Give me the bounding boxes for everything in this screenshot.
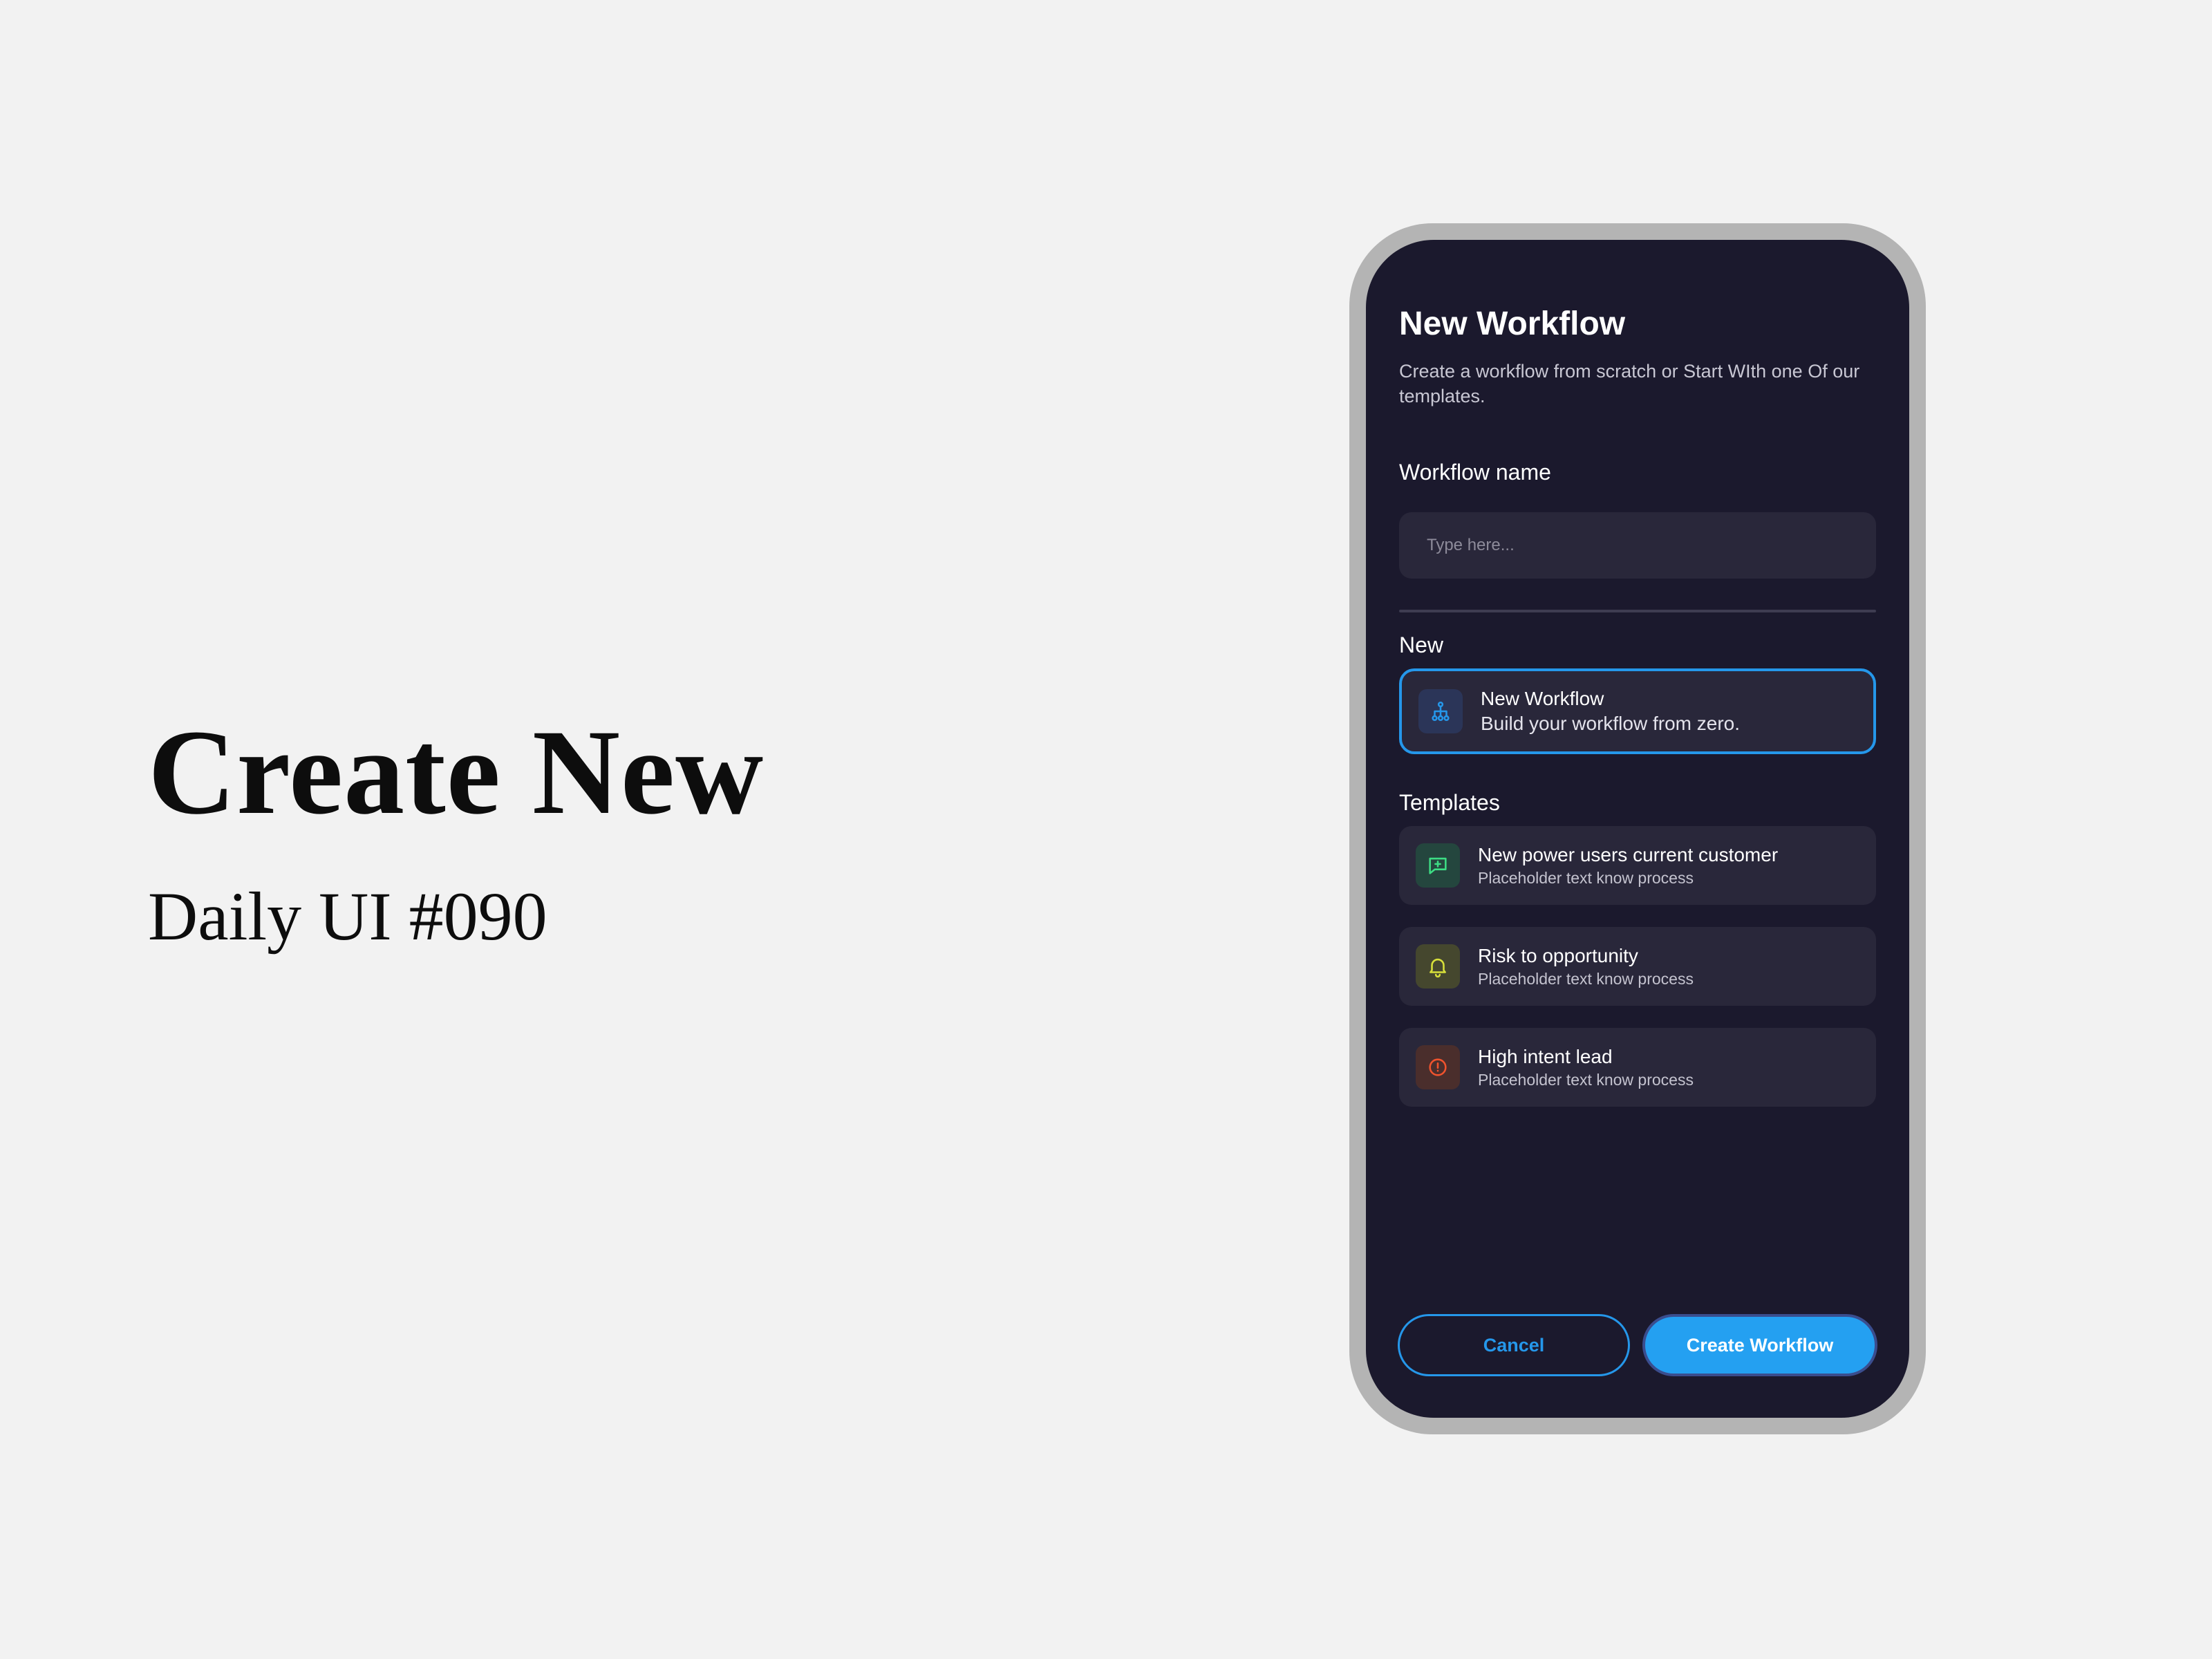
create-workflow-button[interactable]: Create Workflow: [1642, 1314, 1877, 1376]
new-workflow-card[interactable]: New Workflow Build your workflow from ze…: [1399, 668, 1876, 754]
card-text: New power users current customer Placeho…: [1478, 843, 1778, 888]
sitemap-icon: [1418, 689, 1463, 733]
template-card[interactable]: New power users current customer Placeho…: [1399, 826, 1876, 905]
bell-icon: [1416, 944, 1460, 988]
hero-subtitle: Daily UI #090: [148, 878, 547, 955]
card-subtitle: Placeholder text know process: [1478, 970, 1694, 988]
workflow-dialog: New Workflow Create a workflow from scra…: [1366, 240, 1909, 1418]
card-text: New Workflow Build your workflow from ze…: [1481, 686, 1740, 736]
templates-section-label: Templates: [1399, 790, 1500, 815]
card-text: High intent lead Placeholder text know p…: [1478, 1044, 1694, 1090]
card-title: New Workflow: [1481, 688, 1604, 709]
card-subtitle: Placeholder text know process: [1478, 869, 1694, 887]
template-card[interactable]: High intent lead Placeholder text know p…: [1399, 1028, 1876, 1107]
card-title: High intent lead: [1478, 1046, 1613, 1067]
card-subtitle: Placeholder text know process: [1478, 1071, 1694, 1089]
message-plus-icon: [1416, 843, 1460, 888]
dialog-title: New Workflow: [1399, 306, 1626, 342]
divider: [1399, 610, 1876, 612]
hero-title: Create New: [148, 705, 765, 840]
workflow-name-input[interactable]: [1399, 512, 1876, 579]
hero: Create New Daily UI #090: [148, 712, 764, 951]
cancel-button[interactable]: Cancel: [1398, 1314, 1630, 1376]
new-section-label: New: [1399, 632, 1444, 657]
template-card[interactable]: Risk to opportunity Placeholder text kno…: [1399, 927, 1876, 1006]
phone-frame: New Workflow Create a workflow from scra…: [1349, 223, 1926, 1434]
card-text: Risk to opportunity Placeholder text kno…: [1478, 944, 1694, 989]
workflow-name-label: Workflow name: [1399, 460, 1551, 485]
card-title: New power users current customer: [1478, 844, 1779, 865]
card-subtitle: Build your workflow from zero.: [1481, 713, 1741, 734]
dialog-description: Create a workflow from scratch or Start …: [1399, 361, 1860, 406]
card-title: Risk to opportunity: [1478, 945, 1638, 966]
alert-circle-icon: [1416, 1045, 1460, 1089]
